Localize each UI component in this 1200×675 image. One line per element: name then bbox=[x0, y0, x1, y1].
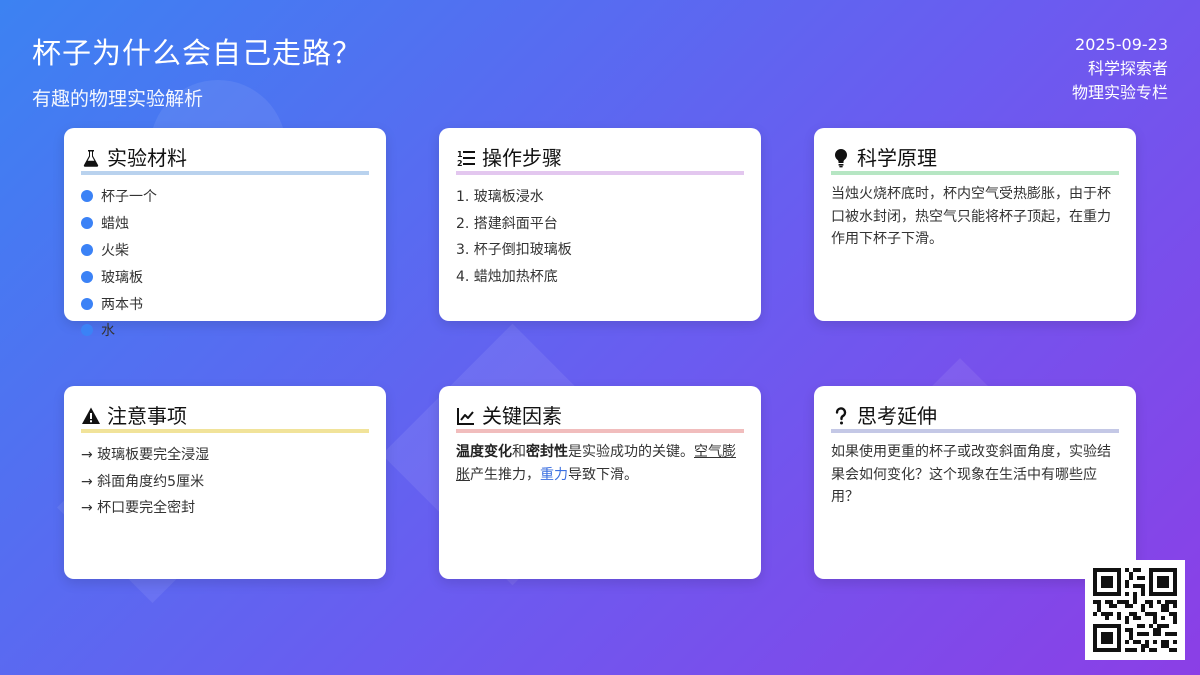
card-title: 关键因素 bbox=[482, 404, 562, 428]
author-name: 科学探索者 bbox=[1087, 59, 1168, 78]
text-fragment: 是实验成功的关键。 bbox=[568, 444, 694, 460]
card-header: 12 操作步骤 bbox=[456, 146, 744, 175]
card-header: 实验材料 bbox=[81, 146, 369, 175]
lightbulb-icon bbox=[831, 148, 851, 168]
list-item: 玻璃板 bbox=[81, 263, 369, 290]
list-item: 1. 玻璃板浸水 bbox=[456, 189, 544, 206]
list-item: 2. 搭建斜面平台 bbox=[456, 215, 558, 232]
list-item: → 斜面角度约5厘米 bbox=[81, 473, 205, 490]
bullet-dot bbox=[81, 243, 93, 256]
warning-icon bbox=[81, 406, 101, 426]
highlight-term: 重力 bbox=[540, 466, 568, 483]
svg-text:1: 1 bbox=[457, 150, 463, 159]
header: 杯子为什么会自己走路？ 有趣的物理实验解析 bbox=[32, 30, 362, 111]
cautions-list: → 玻璃板要完全浸湿 → 斜面角度约5厘米 → 杯口要完全密封 bbox=[81, 441, 369, 521]
text-fragment: 产生推力， bbox=[470, 466, 540, 483]
item-text: 两本书 bbox=[101, 296, 143, 313]
materials-list: 杯子一个 蜡烛 火柴 玻璃板 两本书 水 bbox=[81, 183, 369, 344]
list-item: 蜡烛 bbox=[81, 210, 369, 237]
cautions-card: 注意事项 → 玻璃板要完全浸湿 → 斜面角度约5厘米 → 杯口要完全密封 bbox=[64, 386, 386, 579]
card-header: 关键因素 bbox=[456, 404, 744, 433]
principle-card: 科学原理 当烛火烧杯底时，杯内空气受热膨胀，由于杯口被水封闭，热空气只能将杯子顶… bbox=[814, 128, 1136, 321]
bullet-dot bbox=[81, 270, 93, 283]
list-item: → 玻璃板要完全浸湿 bbox=[81, 447, 210, 464]
text-fragment: 导致下滑。 bbox=[568, 466, 638, 483]
list-item: 火柴 bbox=[81, 237, 369, 264]
column-name: 物理实验专栏 bbox=[1071, 83, 1168, 102]
question-icon bbox=[831, 406, 851, 426]
card-header: 注意事项 bbox=[81, 404, 369, 433]
item-text: 杯子一个 bbox=[101, 189, 157, 206]
card-title: 实验材料 bbox=[107, 146, 187, 170]
text-fragment: 和 bbox=[512, 444, 526, 460]
page-subtitle: 有趣的物理实验解析 bbox=[32, 88, 204, 110]
qr-code[interactable] bbox=[1085, 560, 1185, 660]
svg-text:2: 2 bbox=[457, 159, 463, 168]
steps-list: 1. 玻璃板浸水 2. 搭建斜面平台 3. 杯子倒扣玻璃板 4. 蜡烛加热杯底 bbox=[456, 183, 744, 289]
publish-date: 2025-09-23 bbox=[1075, 35, 1168, 54]
list-item: 杯子一个 bbox=[81, 183, 369, 210]
card-header: 科学原理 bbox=[831, 146, 1119, 175]
card-header: 思考延伸 bbox=[831, 404, 1119, 433]
item-text: 水 bbox=[101, 323, 115, 340]
list-item: 4. 蜡烛加热杯底 bbox=[456, 269, 558, 286]
card-title: 操作步骤 bbox=[482, 146, 562, 170]
bullet-dot bbox=[81, 297, 93, 310]
bullet-dot bbox=[81, 217, 93, 230]
factors-text: 温度变化和密封性是实验成功的关键。空气膨胀产生推力，重力导致下滑。 bbox=[456, 441, 744, 486]
list-item: 水 bbox=[81, 317, 369, 344]
bullet-dot bbox=[81, 190, 93, 203]
numbered-list-icon: 12 bbox=[456, 148, 476, 168]
thinking-card: 思考延伸 如果使用更重的杯子或改变斜面角度，实验结果会如何变化？这个现象在生活中… bbox=[814, 386, 1136, 579]
card-title: 思考延伸 bbox=[857, 404, 937, 428]
steps-card: 12 操作步骤 1. 玻璃板浸水 2. 搭建斜面平台 3. 杯子倒扣玻璃板 4.… bbox=[439, 128, 761, 321]
keyword: 密封性 bbox=[526, 444, 568, 460]
card-title: 注意事项 bbox=[107, 404, 187, 428]
line-chart-icon bbox=[456, 406, 476, 426]
page-title: 杯子为什么会自己走路？ bbox=[32, 36, 363, 70]
item-text: 火柴 bbox=[101, 242, 129, 259]
factors-card: 关键因素 温度变化和密封性是实验成功的关键。空气膨胀产生推力，重力导致下滑。 bbox=[439, 386, 761, 579]
flask-icon bbox=[81, 148, 101, 168]
principle-text: 当烛火烧杯底时，杯内空气受热膨胀，由于杯口被水封闭，热空气只能将杯子顶起，在重力… bbox=[831, 186, 1111, 247]
bullet-dot bbox=[81, 324, 93, 337]
list-item: → 杯口要完全密封 bbox=[81, 500, 196, 517]
item-text: 蜡烛 bbox=[101, 216, 129, 233]
card-title: 科学原理 bbox=[857, 146, 937, 170]
thinking-text: 如果使用更重的杯子或改变斜面角度，实验结果会如何变化？这个现象在生活中有哪些应用… bbox=[831, 444, 1111, 505]
list-item: 3. 杯子倒扣玻璃板 bbox=[456, 242, 572, 259]
list-item: 两本书 bbox=[81, 290, 369, 317]
item-text: 玻璃板 bbox=[101, 269, 143, 286]
qr-code-icon bbox=[1093, 568, 1177, 652]
header-meta: 2025-09-23 科学探索者 物理实验专栏 bbox=[1072, 33, 1168, 105]
keyword: 温度变化 bbox=[456, 444, 512, 460]
materials-card: 实验材料 杯子一个 蜡烛 火柴 玻璃板 两本书 水 bbox=[64, 128, 386, 339]
